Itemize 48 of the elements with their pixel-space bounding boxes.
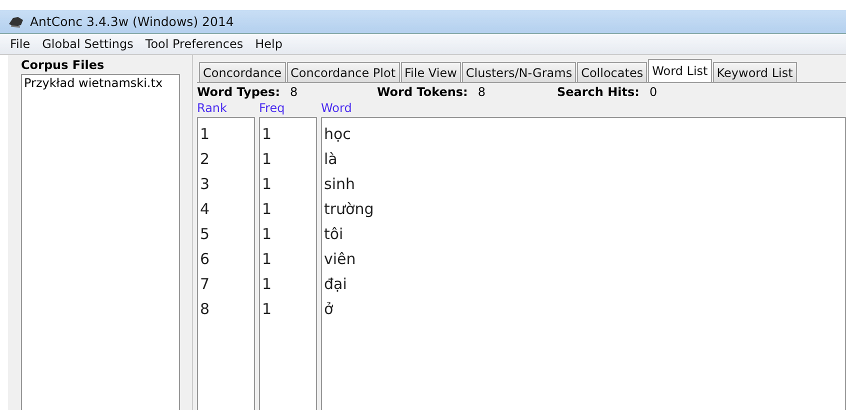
window-title: AntConc 3.4.3w (Windows) 2014 bbox=[30, 14, 234, 29]
app-icon bbox=[8, 14, 24, 28]
stat-label: Word Types: bbox=[197, 85, 280, 99]
table-cell-text: 1 bbox=[261, 199, 273, 220]
table-cell-text: 1 bbox=[261, 249, 273, 270]
corpus-file-entry[interactable]: Przykład wietnamski.tx bbox=[22, 75, 179, 91]
table-cell-text: trường bbox=[323, 199, 375, 220]
stat-label: Search Hits: bbox=[557, 85, 640, 99]
tab[interactable]: Concordance Plot bbox=[286, 62, 400, 82]
table-cell-text: học bbox=[323, 124, 352, 145]
table-cell-text: 2 bbox=[199, 149, 211, 170]
table-cell-text: 7 bbox=[199, 274, 211, 295]
stat-value: 8 bbox=[290, 85, 298, 99]
tab[interactable]: Word List bbox=[648, 59, 712, 82]
menu-item[interactable]: Tool Preferences bbox=[143, 37, 246, 51]
menu-item[interactable]: File bbox=[8, 37, 32, 51]
tab[interactable]: File View bbox=[400, 62, 461, 82]
menu-item[interactable]: Help bbox=[253, 37, 284, 51]
column-header[interactable]: Freq bbox=[259, 101, 317, 117]
table-cell-text: ở bbox=[323, 299, 334, 320]
tab[interactable]: Keyword List bbox=[712, 62, 797, 82]
table-cell-text: 8 bbox=[199, 299, 211, 320]
panel-title: Corpus Files bbox=[20, 58, 106, 74]
table-cell-text: sinh bbox=[323, 174, 356, 195]
tab[interactable]: Clusters/N-Grams bbox=[462, 62, 576, 82]
tab[interactable]: Collocates bbox=[577, 62, 648, 82]
column-header[interactable]: Rank bbox=[197, 101, 255, 117]
table-cell-text: tôi bbox=[323, 224, 344, 245]
table-cell-text: 1 bbox=[261, 174, 273, 195]
table-cell-text: đại bbox=[323, 274, 348, 295]
menu-item[interactable]: Global Settings bbox=[40, 37, 136, 51]
table-cell-text: là bbox=[323, 149, 338, 170]
table-cell-text: 1 bbox=[261, 299, 273, 320]
table-cell-text: 4 bbox=[199, 199, 211, 220]
table-cell-text: 3 bbox=[199, 174, 211, 195]
table-cell-text: 1 bbox=[261, 149, 273, 170]
column-header[interactable]: Word bbox=[321, 101, 846, 117]
stat-value: 8 bbox=[478, 85, 486, 99]
table-cell-text: 1 bbox=[261, 124, 273, 145]
stat-value: 0 bbox=[649, 85, 658, 99]
table-cell-text: 1 bbox=[261, 274, 273, 295]
table-cell-text: viên bbox=[323, 249, 357, 270]
table-cell-text: 1 bbox=[261, 224, 273, 245]
tab[interactable]: Concordance bbox=[199, 62, 286, 82]
stat-label: Word Tokens: bbox=[377, 85, 468, 99]
table-cell-text: 5 bbox=[199, 224, 211, 245]
table-cell-text: 6 bbox=[199, 249, 211, 270]
table-cell-text: 1 bbox=[199, 124, 211, 145]
